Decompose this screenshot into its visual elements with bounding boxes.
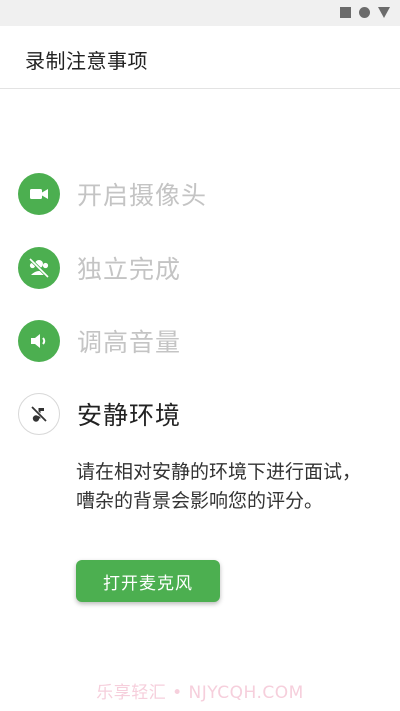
step-icon-badge	[18, 393, 60, 435]
music-off-icon	[30, 405, 48, 423]
square-icon	[340, 7, 351, 18]
step-label: 调高音量	[77, 328, 182, 357]
step-icon-badge	[18, 320, 60, 362]
status-bar	[0, 0, 400, 26]
step-icon-badge	[18, 247, 60, 289]
page-title: 录制注意事项	[25, 49, 148, 73]
step-icon-badge	[18, 173, 60, 215]
watermark: 乐享轻汇 • NJYCQH.COM	[96, 683, 304, 703]
circle-icon	[359, 7, 370, 18]
app-bar: 录制注意事项	[0, 26, 400, 89]
no-people-icon	[28, 257, 50, 279]
step-quiet-environment: 安静环境	[18, 393, 181, 435]
step-independent: 独立完成	[18, 247, 181, 289]
triangle-icon	[378, 7, 390, 18]
step-label: 开启摄像头	[77, 181, 208, 210]
volume-icon	[31, 334, 46, 348]
step-volume: 调高音量	[18, 320, 181, 362]
video-camera-icon	[30, 189, 48, 199]
open-microphone-button[interactable]: 打开麦克风	[76, 560, 220, 602]
step-label: 安静环境	[77, 401, 182, 430]
status-icons	[340, 7, 390, 18]
step-camera: 开启摄像头	[18, 173, 207, 215]
description-text: 请在相对安静的环境下进行面试，嘈杂的背景会影响您的评分。	[76, 461, 362, 512]
step-label: 独立完成	[77, 255, 182, 284]
